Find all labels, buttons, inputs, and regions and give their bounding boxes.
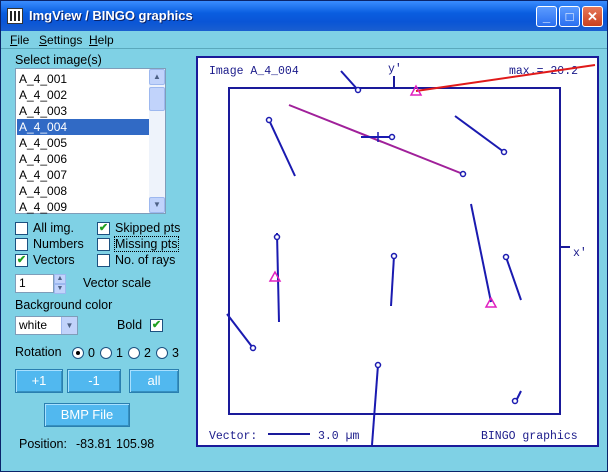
vector-point (500, 148, 508, 156)
position-label: Position: (19, 437, 67, 451)
image-label: Image A_4_004 (209, 65, 299, 78)
rotation-option-label: 2 (144, 346, 151, 360)
numbers-label: Numbers (33, 237, 84, 251)
missing-pts-label: Missing pts (114, 236, 179, 252)
title-bar[interactable]: ImgView / BINGO graphics _ □ ✕ (1, 1, 607, 31)
maximize-button[interactable]: □ (559, 6, 580, 27)
app-window: ImgView / BINGO graphics _ □ ✕ File Sett… (0, 0, 608, 472)
background-color-value: white (19, 318, 48, 332)
rotation-radio-0[interactable] (72, 347, 84, 359)
skipped-point-marker (484, 296, 498, 308)
position-y: 105.98 (116, 437, 155, 451)
rotation-option-label: 0 (88, 346, 95, 360)
rotation-radio-2[interactable] (128, 347, 140, 359)
no-of-rays-checkbox[interactable] (97, 254, 110, 267)
background-color-label: Background color (15, 298, 113, 312)
image-listbox[interactable]: A_4_001 A_4_002 A_4_003 A_4_004 A_4_005 … (15, 68, 166, 214)
menu-file[interactable]: File (10, 33, 29, 47)
vector-plot: Image A_4_004 y' max.= 20.2 x' Vector: 3… (209, 63, 596, 445)
background-color-select[interactable]: white ▼ (15, 316, 78, 335)
no-of-rays-label: No. of rays (115, 253, 176, 267)
menu-settings[interactable]: Settings (39, 33, 82, 47)
vector-line (390, 255, 395, 307)
position-x: -83.81 (76, 437, 112, 451)
vector-line (371, 364, 379, 445)
list-item-selected[interactable]: A_4_004 (17, 119, 149, 135)
vector-point (390, 252, 398, 260)
vector-point (502, 253, 510, 261)
list-item[interactable]: A_4_008 (17, 183, 149, 199)
vector-point (374, 361, 382, 369)
vector-scale-input[interactable]: 1 (15, 274, 54, 293)
vectors-checkbox[interactable] (15, 254, 28, 267)
skipped-pts-label: Skipped pts (115, 221, 181, 235)
vector-point (273, 233, 281, 241)
all-images-button[interactable]: all (129, 369, 179, 393)
vector-point (511, 397, 519, 405)
vector-line (454, 115, 505, 153)
rotation-option-label: 3 (172, 346, 179, 360)
menu-help[interactable]: Help (89, 33, 114, 47)
rotation-label: Rotation (15, 345, 62, 359)
vector-line (226, 313, 254, 349)
select-images-label: Select image(s) (15, 53, 102, 67)
list-item[interactable]: A_4_005 (17, 135, 149, 151)
rotation-radio-1[interactable] (100, 347, 112, 359)
bold-label: Bold (117, 318, 143, 332)
list-item[interactable]: A_4_003 (17, 103, 149, 119)
list-item[interactable]: A_4_007 (17, 167, 149, 183)
numbers-checkbox[interactable] (15, 238, 28, 251)
list-scrollbar[interactable]: ▲ ▼ (149, 69, 165, 213)
minimize-button[interactable]: _ (536, 6, 557, 27)
rotation-option-label: 1 (116, 346, 123, 360)
scroll-thumb[interactable] (149, 87, 165, 111)
all-img-checkbox[interactable] (15, 222, 28, 235)
vector-point (249, 344, 257, 352)
next-image-button[interactable]: +1 (15, 369, 63, 393)
close-button[interactable]: ✕ (582, 6, 603, 27)
app-icon[interactable] (7, 8, 23, 24)
vector-line (470, 203, 492, 303)
bmp-file-button[interactable]: BMP File (44, 403, 130, 427)
y-axis-label: y' (388, 63, 402, 76)
spin-down-icon[interactable]: ▼ (54, 284, 66, 294)
prev-image-button[interactable]: -1 (67, 369, 121, 393)
vector-point (265, 116, 273, 124)
skipped-pts-checkbox[interactable] (97, 222, 110, 235)
vector-point (354, 86, 362, 94)
list-item[interactable]: A_4_001 (17, 71, 149, 87)
chevron-down-icon[interactable]: ▼ (61, 317, 77, 334)
menu-bar: File Settings Help (1, 31, 607, 49)
bold-checkbox[interactable] (150, 319, 163, 332)
list-item[interactable]: A_4_006 (17, 151, 149, 167)
plot-canvas[interactable]: Image A_4_004 y' max.= 20.2 x' Vector: 3… (196, 56, 599, 447)
vector-label: Vector: (209, 430, 257, 443)
list-item[interactable]: A_4_002 (17, 87, 149, 103)
vector-point (459, 170, 467, 178)
scroll-down-icon[interactable]: ▼ (149, 197, 165, 213)
vector-line (288, 104, 464, 175)
list-item[interactable]: A_4_009 (17, 199, 149, 215)
vectors-label: Vectors (33, 253, 75, 267)
vector-line (268, 119, 296, 177)
rotation-radio-3[interactable] (156, 347, 168, 359)
all-img-label: All img. (33, 221, 74, 235)
vector-scale-label: Vector scale (83, 276, 152, 290)
scroll-up-icon[interactable]: ▲ (149, 69, 165, 85)
x-axis-label: x' (573, 247, 587, 260)
vector-line (505, 256, 522, 301)
spin-up-icon[interactable]: ▲ (54, 274, 66, 284)
scale-label: 3.0 µm (318, 430, 360, 443)
vector-point (388, 133, 396, 141)
missing-pts-checkbox[interactable] (97, 238, 110, 251)
window-title: ImgView / BINGO graphics (29, 8, 193, 23)
brand-label: BINGO graphics (481, 430, 578, 443)
